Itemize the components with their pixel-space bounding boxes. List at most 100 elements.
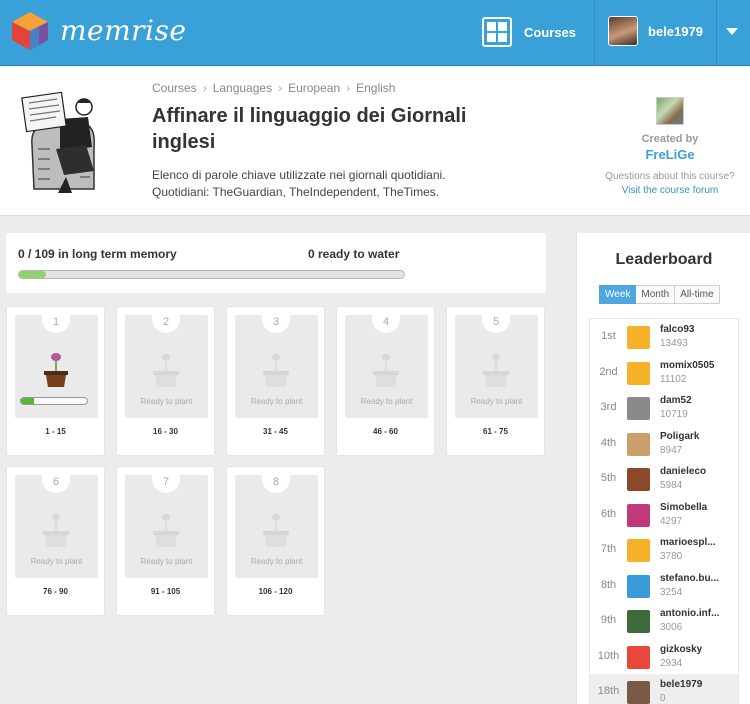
leaderboard-rank: 2nd <box>599 365 618 378</box>
leaderboard-rank: 8th <box>600 578 617 591</box>
leaderboard-avatar[interactable] <box>627 539 650 562</box>
leaderboard-avatar[interactable] <box>627 468 650 491</box>
breadcrumb-item-languages[interactable]: Languages <box>213 81 272 95</box>
leaderboard-username[interactable]: danieleco <box>660 466 706 477</box>
seedling-pot-icon <box>263 353 289 387</box>
leaderboard-row[interactable]: 8th stefano.bu... 3254 <box>590 568 738 604</box>
breadcrumb-separator-icon: › <box>278 81 283 95</box>
level-number: 8 <box>262 471 290 493</box>
leaderboard-username[interactable]: momix0505 <box>660 360 714 371</box>
breadcrumb-item-courses[interactable]: Courses <box>152 81 197 95</box>
level-card-2[interactable]: 2 Ready to plant 16 - 30 <box>116 306 215 456</box>
ready-to-plant-label: Ready to plant <box>250 397 303 406</box>
ready-to-plant-label: Ready to plant <box>140 557 193 566</box>
leaderboard-row[interactable]: 5th danieleco 5984 <box>590 461 738 497</box>
courses-nav-label: Courses <box>524 24 577 40</box>
leaderboard-avatar[interactable] <box>627 397 650 420</box>
leaderboard-points: 10719 <box>660 409 688 420</box>
leaderboard-row[interactable]: 3rd dam52 10719 <box>590 390 738 426</box>
ready-to-plant-label: Ready to plant <box>140 397 193 406</box>
leaderboard-rank: 9th <box>600 614 617 626</box>
leaderboard-title: Leaderboard <box>615 251 713 268</box>
leaderboard-row-current-user[interactable]: 18th bele1979 0 <box>590 674 738 704</box>
creator-info: Created by FreLiGe Questions about this … <box>600 97 740 196</box>
memrise-logo-icon[interactable] <box>12 12 48 50</box>
level-word-range: 1 - 15 <box>45 427 66 436</box>
leaderboard-rank: 6th <box>600 507 617 520</box>
leaderboard-avatar[interactable] <box>627 645 650 669</box>
leaderboard-username[interactable]: bele1979 <box>660 679 702 690</box>
leaderboard-avatar[interactable] <box>627 326 650 349</box>
leaderboard-row[interactable]: 9th antonio.inf... 3006 <box>590 603 738 639</box>
level-number: 1 <box>42 311 70 333</box>
level-card-4[interactable]: 4 Ready to plant 46 - 60 <box>336 306 435 456</box>
course-header: Courses › Languages › European › English… <box>0 67 750 216</box>
leaderboard-username[interactable]: antonio.inf... <box>660 608 719 619</box>
breadcrumb-item-european[interactable]: European <box>288 81 340 95</box>
user-menu[interactable]: bele1979 <box>608 16 703 46</box>
level-card-3[interactable]: 3 Ready to plant 31 - 45 <box>226 306 325 456</box>
seedling-pot-icon <box>153 513 179 547</box>
leaderboard-avatar[interactable] <box>627 361 650 385</box>
level-number: 3 <box>262 311 290 333</box>
courses-grid-icon <box>482 17 512 47</box>
leaderboard-avatar[interactable] <box>627 610 650 633</box>
leaderboard-rank: 10th <box>597 649 620 662</box>
tab-month[interactable]: Month <box>636 285 676 304</box>
level-card-8[interactable]: 8 Ready to plant 106 - 120 <box>226 466 325 616</box>
level-number: 6 <box>42 471 70 493</box>
courses-nav-link[interactable]: Courses <box>482 16 576 48</box>
memrise-wordmark[interactable]: memrise <box>60 14 186 47</box>
leaderboard-rank: 5th <box>600 472 617 484</box>
level-number: 7 <box>152 471 180 493</box>
leaderboard-row[interactable]: 4th Poligark 8947 <box>590 426 738 462</box>
progress-panel: 0 / 109 in long term memory 0 ready to w… <box>6 233 546 293</box>
level-word-range: 46 - 60 <box>373 427 398 436</box>
leaderboard-row[interactable]: 1st falco93 13493 <box>590 319 738 355</box>
level-plant-area: 4 Ready to plant <box>345 311 428 418</box>
seedling-pot-icon <box>373 353 399 387</box>
level-card-5[interactable]: 5 Ready to plant 61 - 75 <box>446 306 545 456</box>
leaderboard-points: 3006 <box>660 622 683 633</box>
leaderboard-avatar[interactable] <box>627 681 650 704</box>
creator-name-link[interactable]: FreLiGe <box>600 147 740 162</box>
top-navigation-bar: memrise Courses bele1979 <box>0 0 750 66</box>
leaderboard-points: 5984 <box>660 480 683 491</box>
creator-avatar[interactable] <box>656 97 684 125</box>
tab-week[interactable]: Week <box>599 285 637 304</box>
seedling-pot-icon <box>263 513 289 547</box>
leaderboard-username[interactable]: Simobella <box>660 502 707 513</box>
leaderboard-points: 8947 <box>660 444 683 456</box>
breadcrumb-item-english[interactable]: English <box>356 81 395 95</box>
leaderboard-avatar[interactable] <box>627 503 650 527</box>
leaderboard-username[interactable]: marioespl... <box>660 537 716 548</box>
level-card-6[interactable]: 6 Ready to plant 76 - 90 <box>6 466 105 616</box>
leaderboard-username[interactable]: dam52 <box>660 395 692 406</box>
leaderboard-row[interactable]: 10th gizkosky 2934 <box>590 639 738 675</box>
leaderboard-row[interactable]: 6th Simobella 4297 <box>590 497 738 533</box>
leaderboard-row[interactable]: 2nd momix0505 11102 <box>590 355 738 391</box>
course-forum-link[interactable]: Visit the course forum <box>600 185 740 196</box>
course-progress-fill <box>19 271 46 278</box>
leaderboard-row[interactable]: 7th marioespl... 3780 <box>590 532 738 568</box>
leaderboard-username[interactable]: Poligark <box>660 431 699 442</box>
flower-pot-icon <box>44 353 68 387</box>
leaderboard-points: 4297 <box>660 515 683 527</box>
level-card-1[interactable]: 1 1 - 15 <box>6 306 105 456</box>
leaderboard-username[interactable]: falco93 <box>660 324 694 335</box>
leaderboard-avatar[interactable] <box>627 574 650 598</box>
leaderboard-avatar[interactable] <box>627 432 650 456</box>
level-plant-area: 6 Ready to plant <box>15 471 98 578</box>
leaderboard-points: 3254 <box>660 586 683 598</box>
ready-to-water-count[interactable]: 0 ready to water <box>308 247 399 261</box>
leaderboard-rank: 3rd <box>600 401 617 413</box>
leaderboard-username[interactable]: gizkosky <box>660 644 702 655</box>
leaderboard-username[interactable]: stefano.bu... <box>660 573 719 584</box>
level-card-7[interactable]: 7 Ready to plant 91 - 105 <box>116 466 215 616</box>
chevron-down-icon[interactable] <box>726 28 738 35</box>
tab-all-time[interactable]: All-time <box>675 285 720 304</box>
seedling-pot-icon <box>483 353 509 387</box>
questions-text: Questions about this course? <box>605 171 735 182</box>
ready-to-plant-label: Ready to plant <box>30 557 83 566</box>
level-word-range: 76 - 90 <box>43 587 68 596</box>
